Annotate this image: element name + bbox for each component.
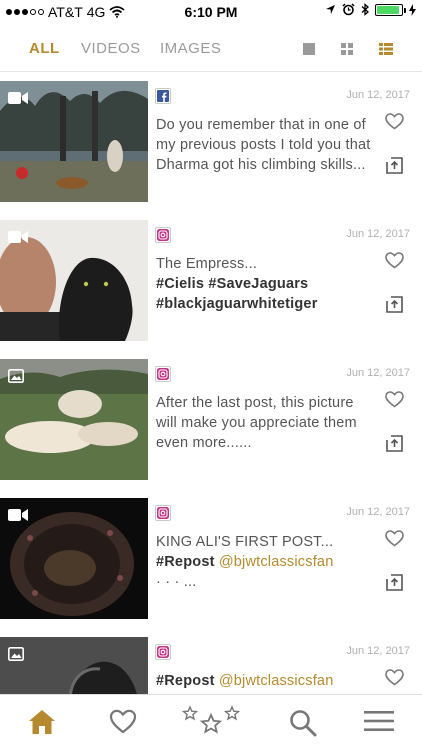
post-feed[interactable]: Jun 12, 2017 Do you remember that in one…: [0, 73, 422, 694]
post-text: After the last post, this picture will ma…: [156, 393, 376, 453]
post-text-line: #Repost @bjwtclassicsfan: [156, 552, 376, 572]
post-text-line: #blackjaguarwhitetiger: [156, 294, 376, 314]
alarm-icon: [342, 3, 355, 16]
share-icon[interactable]: [386, 574, 403, 591]
mention-link[interactable]: @bjwtclassicsfan: [215, 554, 334, 570]
post-date: Jun 12, 2017: [346, 367, 410, 379]
hashtag[interactable]: #Repost: [156, 673, 215, 689]
grid-view-icon[interactable]: [338, 40, 356, 58]
post-text-run: After the last post, this picture: [156, 395, 354, 411]
home-icon[interactable]: [28, 709, 56, 735]
video-camera-icon: [8, 92, 28, 104]
post-item[interactable]: Jun 12, 2017 Do you remember that in one…: [0, 73, 422, 212]
share-icon[interactable]: [386, 296, 403, 313]
video-camera-icon: [8, 509, 28, 521]
menu-icon[interactable]: [364, 709, 394, 733]
battery-icon: [375, 3, 406, 16]
hashtag[interactable]: #Cielis #SaveJaguars: [156, 276, 308, 292]
list-view-icon[interactable]: [377, 40, 395, 58]
instagram-icon: [155, 505, 171, 521]
post-date: Jun 12, 2017: [346, 645, 410, 657]
hashtag[interactable]: #Repost: [156, 554, 215, 570]
post-date: Jun 12, 2017: [346, 228, 410, 240]
post-text-line: After the last post, this picture: [156, 393, 376, 413]
share-icon[interactable]: [386, 435, 403, 452]
post-text-run: Do you remember that in one of: [156, 117, 366, 133]
bottom-navigation: [0, 694, 422, 750]
heart-icon[interactable]: [385, 530, 404, 547]
instagram-icon: [155, 227, 171, 243]
post-text-run: Dharma got his climbing skills...: [156, 157, 366, 173]
location-icon: [326, 5, 335, 14]
post-thumbnail-cub-basket[interactable]: [0, 498, 148, 619]
post-thumbnail-portrait[interactable]: [0, 637, 148, 694]
post-text-line: Do you remember that in one of: [156, 115, 376, 135]
share-icon[interactable]: [386, 157, 403, 174]
post-text-line: will make you appreciate them: [156, 413, 376, 433]
post-text-run: even more......: [156, 435, 252, 451]
battery-fill: [377, 5, 399, 14]
post-text-line: · · · ...: [156, 572, 376, 592]
post-date: Jun 12, 2017: [346, 506, 410, 518]
post-item[interactable]: Jun 12, 2017 After the last post, this p…: [0, 351, 422, 490]
tab-images[interactable]: IMAGES: [160, 40, 221, 57]
post-text-line: #Repost @bjwtclassicsfan: [156, 671, 376, 691]
tab-all[interactable]: ALL: [29, 40, 60, 57]
post-thumbnail-jaguar[interactable]: [0, 220, 148, 341]
post-text: Do you remember that in one of my previou…: [156, 115, 376, 175]
post-text-run: my previous posts I told you that: [156, 137, 371, 153]
post-text-line: KING ALI'S FIRST POST...: [156, 532, 376, 552]
video-camera-icon: [8, 231, 28, 243]
stars-icon[interactable]: [182, 705, 240, 737]
filter-tab-bar: ALL VIDEOS IMAGES: [0, 26, 422, 72]
post-text-line: my previous posts I told you that: [156, 135, 376, 155]
instagram-icon: [155, 366, 171, 382]
status-right: [325, 3, 416, 16]
post-text-run: KING ALI'S FIRST POST...: [156, 534, 334, 550]
post-date: Jun 12, 2017: [346, 89, 410, 101]
single-view-icon[interactable]: [300, 40, 318, 58]
post-text-run: · · · ...: [156, 574, 197, 590]
post-text: KING ALI'S FIRST POST... #Repost @bjwtcla…: [156, 532, 376, 592]
post-text-line: The Empress...: [156, 254, 376, 274]
post-thumbnail-lions[interactable]: [0, 359, 148, 480]
heart-icon[interactable]: [385, 391, 404, 408]
hashtag[interactable]: #blackjaguarwhitetiger: [156, 296, 318, 312]
favorites-icon[interactable]: [109, 709, 137, 734]
post-text-line: even more......: [156, 433, 376, 453]
mention-link[interactable]: @bjwtclassicsfan: [215, 673, 334, 689]
heart-icon[interactable]: [385, 113, 404, 130]
instagram-icon: [155, 644, 171, 660]
post-text-run: The Empress...: [156, 256, 258, 272]
post-text: The Empress... #Cielis #SaveJaguars #black…: [156, 254, 376, 314]
facebook-icon: [155, 88, 171, 104]
post-thumbnail-tigers[interactable]: [0, 81, 148, 202]
status-bar: AT&T 4G 6:10 PM: [0, 0, 422, 24]
charging-icon: [409, 3, 416, 16]
post-item[interactable]: Jun 12, 2017 The Empress... #Cielis #Save…: [0, 212, 422, 351]
post-item[interactable]: Jun 12, 2017 KING ALI'S FIRST POST... #Re…: [0, 490, 422, 629]
search-icon[interactable]: [289, 709, 317, 737]
image-icon: [8, 369, 24, 383]
tab-videos[interactable]: VIDEOS: [81, 40, 141, 57]
image-icon: [8, 647, 24, 661]
post-item[interactable]: Jun 12, 2017 #Repost @bjwtclassicsfan: [0, 629, 422, 694]
post-text-line: #Cielis #SaveJaguars: [156, 274, 376, 294]
bluetooth-icon: [361, 3, 369, 16]
post-text-run: will make you appreciate them: [156, 415, 357, 431]
heart-icon[interactable]: [385, 669, 404, 686]
post-text-line: Dharma got his climbing skills...: [156, 155, 376, 175]
post-text: #Repost @bjwtclassicsfan: [156, 671, 376, 691]
heart-icon[interactable]: [385, 252, 404, 269]
